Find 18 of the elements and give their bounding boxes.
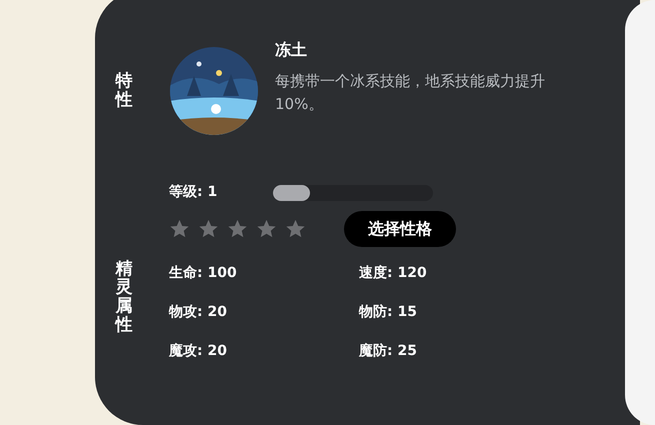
section-label: 特性 [116,72,132,110]
empty-star-icon [256,219,277,239]
level-slider[interactable] [273,184,433,200]
trait-description: 每携带一个冰系技能，地系技能威力提升10%。 [275,71,546,114]
section-label: 精灵属性 [116,260,132,334]
level-label: 等级: 1 [169,183,218,202]
empty-star-icon [169,219,190,239]
choose-nature-button[interactable]: 选择性格 [344,211,456,247]
empty-star-icon [285,219,306,239]
trait-name: 冻土 [275,39,308,61]
stat-label: 物防: 15 [359,303,418,322]
empty-star-icon [227,219,248,239]
empty-star-icon [198,219,219,239]
stat-label: 魔防: 25 [359,342,418,361]
stat-label: 速度: 120 [359,264,428,283]
stat-label: 生命: 100 [169,264,238,283]
stat-label: 物攻: 20 [169,303,228,322]
stat-label: 魔攻: 20 [169,342,228,361]
